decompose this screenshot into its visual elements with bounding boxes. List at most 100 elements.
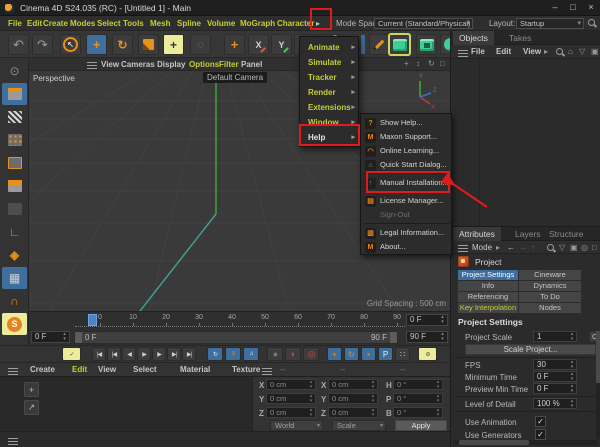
scale-project-button[interactable]: Scale Project...	[465, 344, 596, 355]
last-used-tool[interactable]: ◌	[190, 34, 211, 55]
menu-character[interactable]: Character	[277, 19, 314, 28]
help-menu-item-sign-out[interactable]: Sign-Out	[361, 208, 451, 222]
material-menu-select[interactable]: Select	[133, 365, 157, 374]
scale-select[interactable]: Scale	[332, 420, 386, 431]
attr-tab-project-settings[interactable]: Project Settings	[458, 270, 518, 280]
tab-attributes[interactable]: Attributes	[453, 227, 501, 241]
menu-edit[interactable]: Edit	[27, 19, 42, 28]
range-left-cap[interactable]	[75, 332, 82, 343]
tab-takes[interactable]: Takes	[503, 31, 537, 45]
material-manager[interactable]: + ↗	[0, 376, 252, 431]
apply-button[interactable]: Apply	[395, 420, 447, 431]
current-frame-spinner[interactable]: 0 F▴▾	[406, 314, 448, 326]
keyframe-bars[interactable]: ≡	[225, 347, 241, 361]
attr-tab-info[interactable]: Info	[458, 281, 518, 291]
mode-space-select[interactable]: Current (Standard/Physical)	[374, 18, 473, 29]
field-input-preview-min-time[interactable]: 0 F▴▾	[533, 383, 577, 394]
objects-menu-file[interactable]: File	[471, 47, 485, 56]
overflow-menu-window[interactable]: Window▸	[300, 115, 358, 130]
menu-overflow-button[interactable]: ▸	[316, 19, 320, 28]
redo[interactable]: ↷	[32, 34, 53, 55]
play-sound[interactable]: ♫	[243, 347, 259, 361]
viewport-menu-panel[interactable]: Panel	[241, 60, 262, 69]
coord-input-size-y[interactable]: 0 cm▴▾	[328, 393, 378, 404]
help-menu-item-license-manager[interactable]: ▤License Manager...	[361, 194, 451, 208]
loop-playback[interactable]: ↻	[207, 347, 223, 361]
layout-select[interactable]: Startup	[516, 18, 584, 29]
scale-tool[interactable]	[138, 34, 159, 55]
coord-input-position-x[interactable]: 0 cm▴▾	[266, 379, 316, 390]
checkbox-use-animation[interactable]: ✓	[535, 416, 546, 427]
attributes-menu-icon[interactable]	[458, 244, 468, 254]
forward-icon[interactable]: →	[519, 243, 527, 252]
filter-icon[interactable]: ▽	[559, 243, 565, 252]
axis-modification[interactable]: +	[224, 34, 245, 55]
texture-mode[interactable]	[2, 106, 27, 128]
project-scale-input[interactable]: 1▴▾	[533, 331, 577, 342]
material-menu-edit[interactable]: Edit	[72, 365, 87, 374]
overflow-menu-render[interactable]: Render▸	[300, 85, 358, 100]
lock-icon[interactable]: ▣	[570, 243, 578, 252]
coord-input-size-z[interactable]: 0 cm▴▾	[328, 407, 378, 418]
keyframe-presets[interactable]: ⊘	[418, 347, 437, 361]
field-input-minimum-time[interactable]: 0 F▴▾	[533, 371, 577, 382]
move-tool[interactable]: +	[86, 34, 107, 55]
coord-input-position-y[interactable]: 0 cm▴▾	[266, 393, 316, 404]
timeline[interactable]: 0 F▴▾ 0 F▴▾ 0 F 90 F 90 F▴▾ 010203040506…	[29, 311, 450, 345]
key-scale[interactable]: ▪	[361, 347, 376, 361]
objects-menu-view[interactable]: View	[523, 47, 541, 56]
view-label[interactable]: Perspective	[33, 74, 75, 83]
menu-tools[interactable]: Tools	[123, 19, 144, 28]
field-input-fps[interactable]: 30▴▾	[533, 359, 577, 370]
timeline-range-slider[interactable]: 0 F 90 F	[74, 331, 398, 344]
help-menu-item-maxon-support[interactable]: MMaxon Support...	[361, 130, 451, 144]
objects-menu-icon[interactable]	[458, 49, 468, 59]
viewport-menu-display[interactable]: Display	[157, 60, 185, 69]
coord-input-rotation-h[interactable]: 0 °▴▾	[393, 379, 443, 390]
snap-magnet[interactable]: ∩	[2, 290, 27, 312]
attr-tab-nodes[interactable]: Nodes	[519, 303, 581, 313]
mode-arrow-icon[interactable]: ▸	[496, 243, 500, 252]
range-max-spinner[interactable]: 90 F▴▾	[406, 331, 448, 343]
material-menu-view[interactable]: View	[98, 365, 116, 374]
viewport-menu-cameras[interactable]: Cameras	[121, 60, 155, 69]
tab-objects[interactable]: Objects	[453, 31, 494, 45]
coord-input-position-z[interactable]: 0 cm▴▾	[266, 407, 316, 418]
objects-overflow-icon[interactable]: ▸	[544, 47, 548, 56]
key-pla[interactable]: ∷	[395, 347, 410, 361]
play[interactable]: ▶	[137, 347, 151, 361]
horizontal-scrollbar[interactable]	[453, 440, 597, 445]
axis-mode[interactable]: ∟	[2, 221, 27, 243]
tab-structure[interactable]: Structure	[543, 227, 590, 241]
world-select[interactable]: World	[270, 420, 323, 431]
status-menu-icon[interactable]	[8, 437, 18, 447]
material-menu-create[interactable]: Create	[30, 365, 55, 374]
cube-primitive[interactable]	[389, 34, 410, 55]
lock-y-axis[interactable]: Y	[271, 34, 292, 55]
overflow-menu-simulate[interactable]: Simulate▸	[300, 55, 358, 70]
search-icon[interactable]	[556, 48, 565, 59]
load-material-button[interactable]: ↗	[24, 400, 39, 415]
coord-input-rotation-p[interactable]: 0 °▴▾	[393, 393, 443, 404]
help-menu-item-show-help[interactable]: ?Show Help...	[361, 116, 451, 130]
record-disabled[interactable]: ●	[267, 347, 283, 361]
snap-grid[interactable]: ▦	[2, 267, 27, 289]
polygons-mode[interactable]	[2, 175, 27, 197]
keyframe-selection-record[interactable]: ◐	[285, 347, 301, 361]
viewport-menu-filter[interactable]: Filter	[219, 60, 239, 69]
vertical-scrollbar[interactable]	[596, 331, 600, 439]
toggle-view-icon[interactable]: □	[440, 59, 445, 68]
viewport-menu-icon[interactable]	[87, 61, 97, 71]
help-menu-item-manual-installation[interactable]: ↑Manual Installation...	[361, 176, 451, 190]
points-mode[interactable]	[2, 129, 27, 151]
goto-next-key[interactable]: ▶|	[167, 347, 181, 361]
attr-tab-dynamics[interactable]: Dynamics	[519, 281, 581, 291]
attr-tab-cineware[interactable]: Cineware	[519, 270, 581, 280]
objects-menu-edit[interactable]: Edit	[496, 47, 511, 56]
dolly-icon[interactable]: ↕	[416, 59, 420, 68]
key-parameters[interactable]: P	[378, 347, 393, 361]
close-button[interactable]: ×	[582, 2, 600, 12]
uv-mode[interactable]	[2, 198, 27, 220]
minimize-button[interactable]: –	[546, 2, 564, 12]
autokeying[interactable]: ◎	[303, 347, 319, 361]
